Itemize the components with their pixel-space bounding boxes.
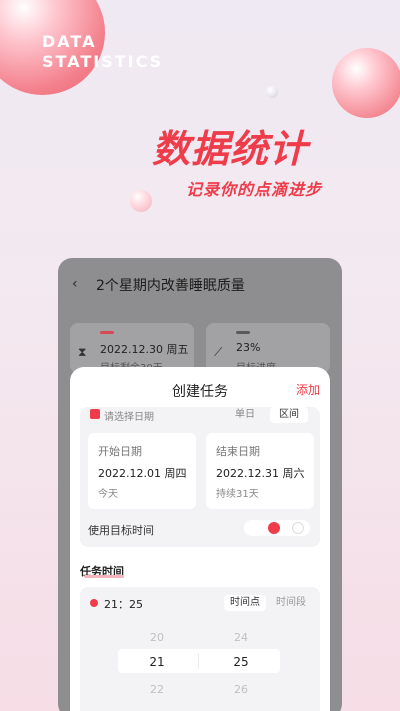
add-button[interactable]: 添加 — [296, 381, 320, 398]
selected-time: 21：25 — [104, 598, 143, 611]
decor-bubble-small — [266, 86, 278, 98]
hourglass-icon: ⧗ — [78, 345, 87, 359]
start-date-card[interactable]: 开始日期 2022.12.01 周四 今天 — [88, 433, 196, 509]
hour-option[interactable]: 20 — [142, 631, 172, 644]
hour-selected[interactable]: 21 — [142, 655, 172, 669]
decor-bubble-right — [332, 48, 400, 118]
page-title: 数据统计 — [152, 127, 309, 171]
task-time-underline — [84, 575, 124, 578]
date-mode-single[interactable]: 单日 — [226, 407, 264, 423]
header-english: DATA STATISTICS — [42, 32, 163, 72]
time-mode-point[interactable]: 时间点 — [224, 595, 266, 611]
calendar-icon — [90, 409, 100, 419]
page-subtitle: 记录你的点滴进步 — [186, 180, 323, 199]
stat-progress-value: 23% — [236, 341, 261, 354]
date-hint: 请选择日期 — [104, 412, 154, 423]
picker-separator — [198, 653, 199, 669]
minute-option[interactable]: 24 — [226, 631, 256, 644]
sheet-title: 创建任务 — [172, 384, 228, 400]
stat-deadline-date: 2022.12.30 周五 — [100, 343, 189, 356]
end-date-note: 持续31天 — [216, 489, 259, 500]
clock-icon — [90, 599, 98, 607]
time-panel: 21：25 时间点 时间段 20 21 22 24 25 26 — [80, 587, 320, 711]
end-date-value: 2022.12.31 周六 — [216, 467, 305, 480]
decor-bubble-tiny — [130, 190, 152, 212]
use-target-time-label: 使用目标时间 — [88, 524, 154, 537]
stat-card-progress: ⟋ 23% 目标进度 — [206, 323, 330, 374]
trend-chart-icon: ⟋ — [214, 345, 223, 359]
time-mode-period[interactable]: 时间段 — [270, 595, 312, 611]
goal-title: 2个星期内改善睡眠质量 — [96, 278, 245, 294]
create-task-sheet: 创建任务 添加 请选择日期 单日 区间 开始日期 2022.12.01 周四 今… — [70, 367, 330, 711]
minute-selected[interactable]: 25 — [226, 655, 256, 669]
header-en-line2: STATISTICS — [42, 52, 164, 71]
stat-accent-bar — [236, 331, 250, 334]
header-en-line1: DATA — [42, 32, 97, 51]
stat-card-deadline: ⧗ 2022.12.30 周五 目标剩余30天 — [70, 323, 194, 374]
start-date-label: 开始日期 — [98, 445, 142, 458]
date-panel: 请选择日期 单日 区间 开始日期 2022.12.01 周四 今天 结束日期 2… — [80, 407, 320, 547]
minute-option[interactable]: 26 — [226, 683, 256, 696]
hour-option[interactable]: 22 — [142, 683, 172, 696]
start-date-note: 今天 — [98, 489, 118, 500]
end-date-label: 结束日期 — [216, 445, 260, 458]
chevron-left-icon[interactable]: ‹ — [72, 276, 78, 292]
date-mode-range[interactable]: 区间 — [270, 407, 308, 423]
start-date-value: 2022.12.01 周四 — [98, 467, 187, 480]
stat-accent-bar — [100, 331, 114, 334]
toggle-knob-off[interactable] — [292, 522, 304, 534]
end-date-card[interactable]: 结束日期 2022.12.31 周六 持续31天 — [206, 433, 314, 509]
phone-header: ‹ 2个星期内改善睡眠质量 — [58, 258, 342, 318]
toggle-knob-on[interactable] — [268, 522, 280, 534]
